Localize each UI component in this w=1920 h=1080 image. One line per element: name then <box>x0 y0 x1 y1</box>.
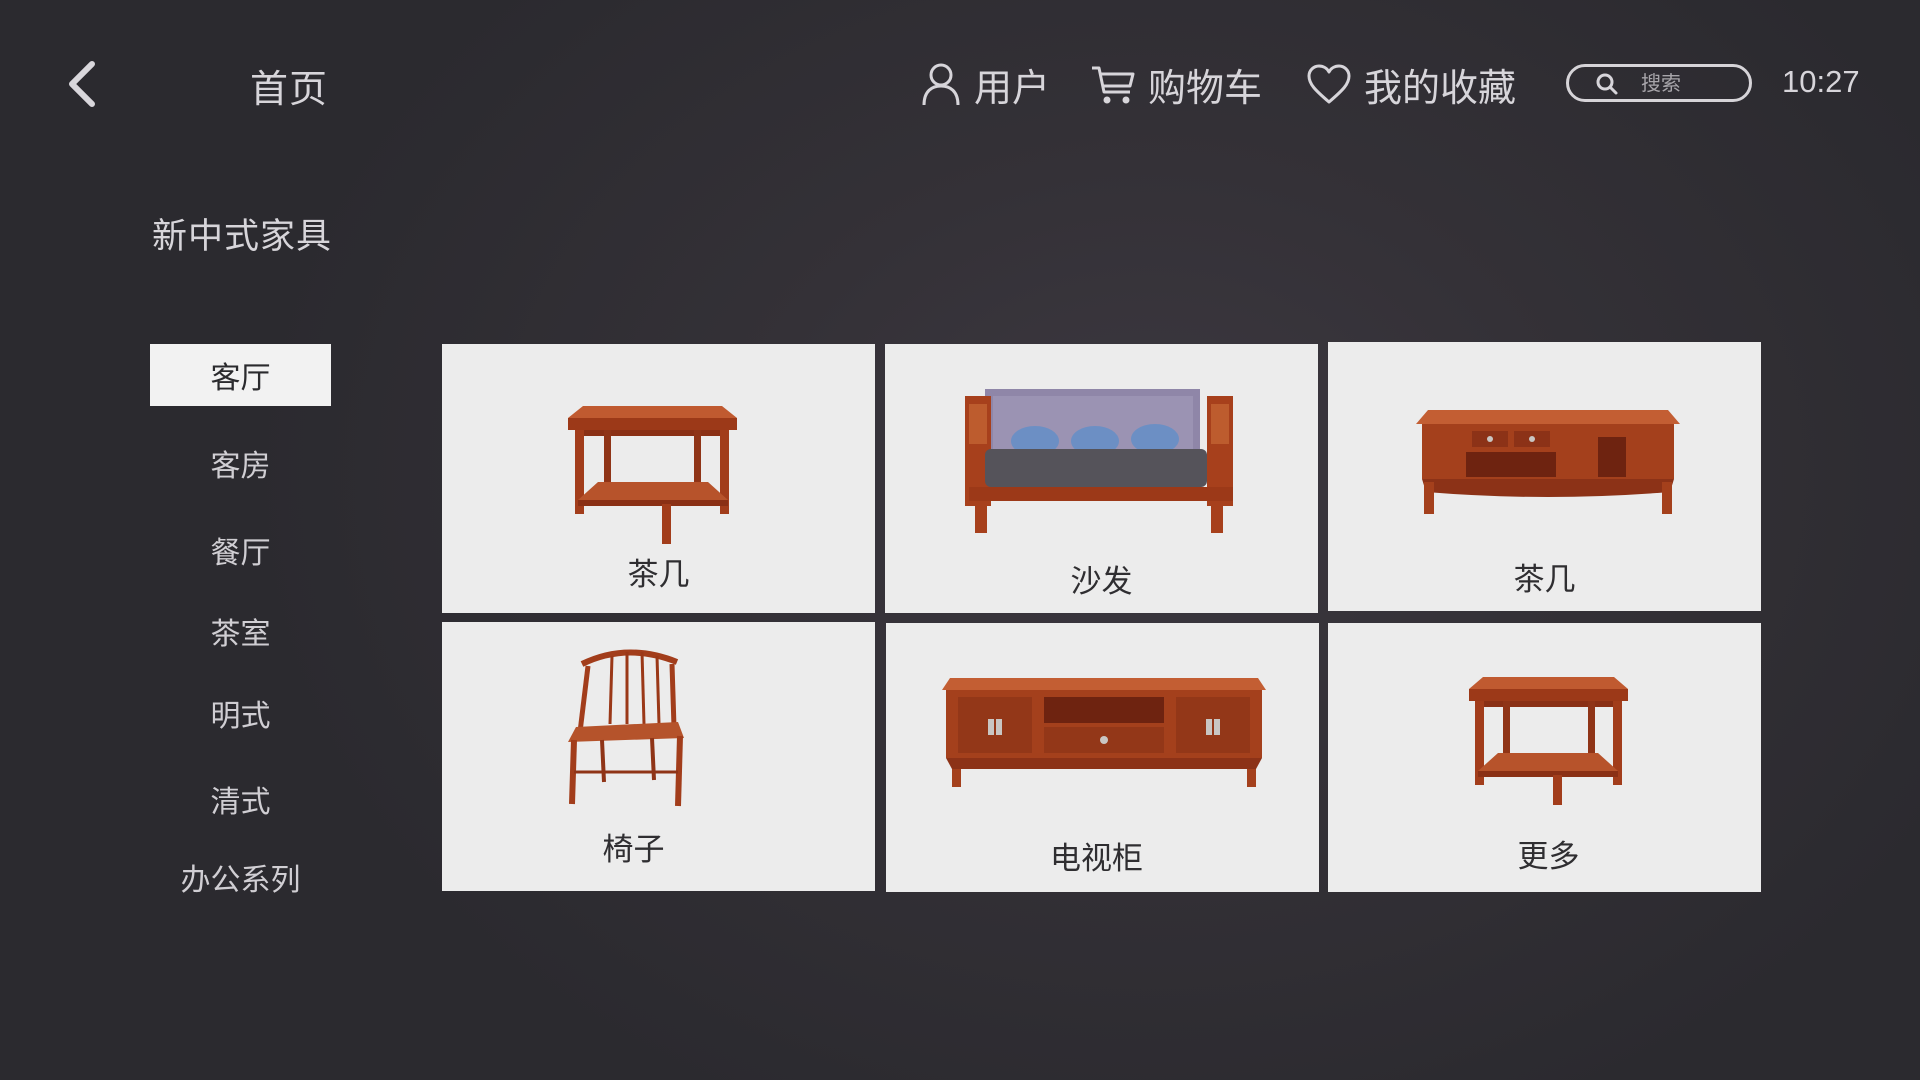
back-button[interactable] <box>62 56 112 112</box>
sidebar-item-guest-room[interactable]: 客房 <box>150 432 331 494</box>
product-card[interactable]: 椅子 <box>442 622 875 891</box>
square-tea-table-image <box>1469 677 1628 805</box>
sidebar-item-dining-room[interactable]: 餐厅 <box>150 519 331 581</box>
search-box[interactable] <box>1566 64 1752 102</box>
product-label: 更多 <box>1517 839 1580 875</box>
sidebar-item-office-series[interactable]: 办公系列 <box>150 846 331 908</box>
product-card[interactable]: 电视柜 <box>886 623 1319 892</box>
tv-cabinet-image <box>942 678 1266 787</box>
cart-icon <box>1092 66 1135 104</box>
search-icon <box>1596 73 1618 95</box>
product-card[interactable]: 更多 <box>1328 623 1761 892</box>
clock: 10:27 <box>1782 64 1860 99</box>
product-label: 茶几 <box>1513 562 1576 598</box>
product-label: 沙发 <box>1070 564 1133 600</box>
nav-cart-button[interactable]: 购物车 <box>1090 56 1262 112</box>
sofa-image <box>965 389 1233 533</box>
search-input[interactable] <box>1639 70 1733 96</box>
product-card[interactable]: 茶几 <box>1328 342 1761 611</box>
sidebar-item-living-room[interactable]: 客厅 <box>150 344 331 406</box>
product-label: 茶几 <box>627 557 690 593</box>
sidebar-item-ming-style[interactable]: 明式 <box>150 682 331 744</box>
nav-favorites-label: 我的收藏 <box>1364 65 1517 110</box>
nav-user-label: 用户 <box>974 65 1051 110</box>
chair-image <box>568 649 684 807</box>
rectangular-tea-table-image <box>1416 410 1680 514</box>
page-title: 首页 <box>250 67 329 111</box>
user-icon <box>922 63 960 106</box>
product-card[interactable]: 沙发 <box>885 344 1318 613</box>
heart-icon <box>1307 64 1351 104</box>
category-title: 新中式家具 <box>152 217 333 257</box>
product-label: 电视柜 <box>1050 841 1143 877</box>
sidebar-item-qing-style[interactable]: 清式 <box>150 768 331 830</box>
product-card[interactable]: 茶几 <box>442 344 875 613</box>
chevron-left-icon <box>69 61 95 107</box>
nav-cart-label: 购物车 <box>1148 65 1263 110</box>
nav-favorites-button[interactable]: 我的收藏 <box>1306 56 1516 112</box>
product-label: 椅子 <box>602 832 665 868</box>
nav-user-button[interactable]: 用户 <box>920 56 1050 112</box>
square-tea-table-image <box>568 406 737 544</box>
sidebar-item-tea-room[interactable]: 茶室 <box>150 600 331 662</box>
